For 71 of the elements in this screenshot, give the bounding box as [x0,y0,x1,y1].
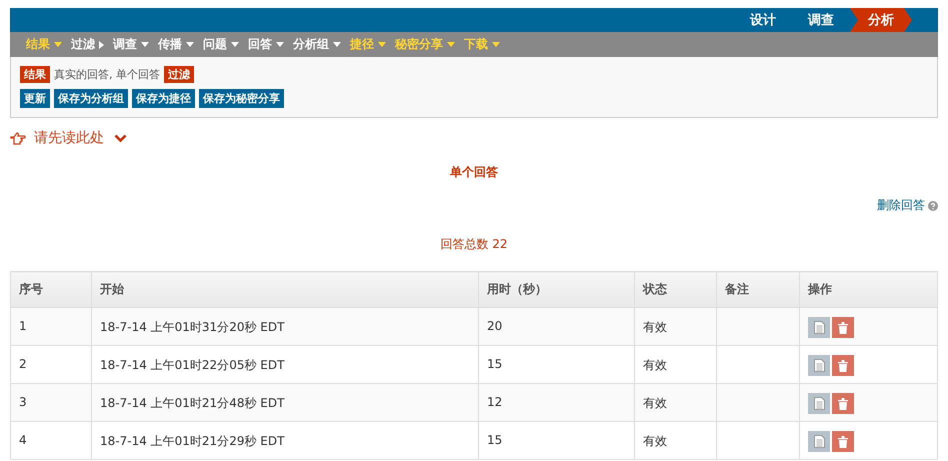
caret-icon [141,42,149,47]
caret-icon [99,40,104,48]
caret-icon [231,42,239,47]
column-header: 备注 [716,272,800,308]
menu-item[interactable]: 结果 [26,36,62,53]
view-button[interactable] [808,431,830,452]
document-icon [814,435,824,448]
panel-button[interactable]: 保存为分析组 [54,89,128,108]
table-cell: 18-7-14 上午01时21分48秒 EDT [92,384,478,422]
column-header: 状态 [634,272,716,308]
table-cell: 12 [478,384,634,422]
caret-icon [378,42,386,47]
menu-item[interactable]: 问题 [203,36,239,53]
document-icon [814,359,824,372]
menu-item[interactable]: 调查 [113,36,149,53]
menu-item[interactable]: 秘密分享 [395,36,455,53]
column-header: 用时（秒） [478,272,634,308]
trash-icon [838,360,848,372]
trash-icon [838,322,848,334]
table-cell: 1 [10,308,92,346]
column-header: 序号 [10,272,92,308]
mode-tab[interactable]: 设计 [734,8,792,32]
panel-button[interactable]: 保存为秘密分享 [199,89,284,108]
filter-tag[interactable]: 过滤 [164,66,194,83]
delete-button[interactable] [832,317,854,338]
trash-icon [838,436,848,448]
table-cell: 18-7-14 上午01时21分29秒 EDT [92,422,478,460]
total-count: 回答总数 22 [439,236,509,253]
view-button[interactable] [808,355,830,376]
view-button[interactable] [808,317,830,338]
menu-item[interactable]: 传播 [158,36,194,53]
caret-icon [492,42,500,47]
table-cell: 有效 [634,308,716,346]
caret-icon [276,42,284,47]
caret-icon [186,42,194,47]
panel-button[interactable]: 更新 [20,89,50,108]
column-header: 开始 [92,272,478,308]
pointing-hand-icon [10,132,26,144]
mode-tab[interactable]: 调查 [792,8,850,32]
delete-button[interactable] [832,431,854,452]
column-header: 操作 [800,272,938,308]
table-cell: 20 [478,308,634,346]
table-cell: 18-7-14 上午01时31分20秒 EDT [92,308,478,346]
document-icon [814,397,824,410]
delete-button[interactable] [832,355,854,376]
chevron-down-icon[interactable] [114,134,127,142]
results-tag: 结果 [20,66,50,83]
menu-item[interactable]: 回答 [248,36,284,53]
panel-button[interactable]: 保存为捷径 [132,89,195,108]
document-icon [814,321,824,334]
menu-item[interactable]: 过滤 [71,36,104,53]
menu-item[interactable]: 分析组 [293,36,341,53]
delete-button[interactable] [832,393,854,414]
filter-description: 真实的回答, 单个回答 [54,67,160,82]
delete-responses-link[interactable]: 删除回答 [877,197,925,214]
table-cell: 有效 [634,422,716,460]
table-cell: 4 [10,422,92,460]
page-heading: 单个回答 [449,164,499,181]
caret-icon [333,42,341,47]
help-icon[interactable] [928,200,938,210]
table-cell: 有效 [634,384,716,422]
read-first-link[interactable]: 请先读此处 [34,129,106,147]
mode-tab[interactable]: 分析 [850,8,912,32]
menu-item[interactable]: 捷径 [350,36,386,53]
trash-icon [838,398,848,410]
view-button[interactable] [808,393,830,414]
caret-icon [447,42,455,47]
table-cell: 15 [478,422,634,460]
menu-item[interactable]: 下载 [464,36,500,53]
table-cell: 3 [10,384,92,422]
caret-icon [54,42,62,47]
